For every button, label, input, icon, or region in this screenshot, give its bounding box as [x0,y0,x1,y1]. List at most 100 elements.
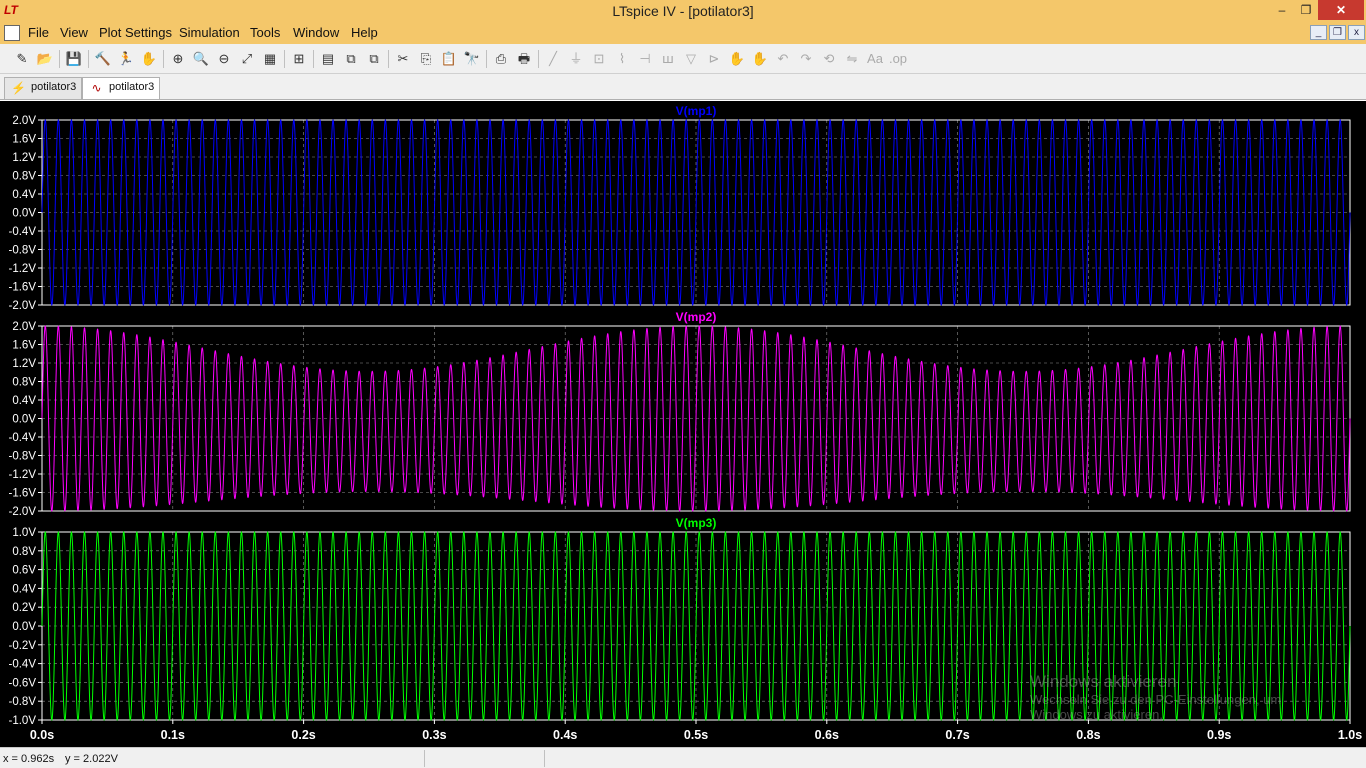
menu-window[interactable]: Window [293,25,339,40]
mdi-minimize-button[interactable]: _ [1310,25,1327,40]
new-schematic-icon[interactable]: ✎ [12,49,32,69]
tab-label: potilator3 [109,81,155,93]
y-tick-label: 2.0V [12,321,36,333]
drag-icon[interactable]: ✋ [750,49,770,69]
y-tick-label: -0.6V [9,677,37,689]
wire-icon[interactable]: ╱ [543,49,563,69]
x-tick-label: 0.0s [30,728,54,742]
run-icon[interactable]: 🏃 [116,49,136,69]
toolbar-separator [284,50,285,68]
zoom-fit-icon[interactable]: ⤢ [237,49,257,69]
label-net-icon[interactable]: ⊡ [589,49,609,69]
x-tick-label: 0.1s [161,728,185,742]
toolbar-separator [59,50,60,68]
trace-label[interactable]: V(mp1) [676,104,717,118]
y-tick-label: -0.4V [9,432,37,444]
component-icon[interactable]: ⊳ [704,49,724,69]
minimize-button[interactable]: – [1268,0,1296,20]
open-icon[interactable]: 📂 [35,49,55,69]
move-icon[interactable]: ✋ [727,49,747,69]
toolbar-separator [538,50,539,68]
mdi-close-button[interactable]: x [1348,25,1365,40]
paste-icon[interactable]: 📋 [439,49,459,69]
y-tick-label: 2.0V [12,115,36,127]
toolbar-separator [313,50,314,68]
save-icon[interactable]: 💾 [64,49,84,69]
y-tick-label: 0.0V [12,621,36,633]
y-tick-label: -0.8V [9,696,37,708]
y-tick-label: 0.8V [12,546,36,558]
text-icon[interactable]: Aa [865,49,885,69]
inductor-icon[interactable]: ꟺ [658,49,678,69]
maximize-button[interactable]: ❐ [1296,0,1316,20]
status-bar: x = 0.962s y = 2.022V [0,747,1366,768]
trace-label[interactable]: V(mp2) [676,310,717,324]
mirror-icon[interactable]: ⇋ [842,49,862,69]
close-button[interactable]: ✕ [1318,0,1364,20]
y-tick-label: 0.4V [12,583,36,595]
menu-tools[interactable]: Tools [250,25,280,40]
ground-icon[interactable]: ⏚ [566,49,586,69]
toolbar-separator [88,50,89,68]
waveform-plot-canvas[interactable]: V(mp1) 2.0V 1.6V 1.2V 0.8V 0.4V 0.0V -0.4V -0.8V… [0,101,1366,747]
y-tick-label: 1.2V [12,358,36,370]
trace-label[interactable]: V(mp3) [676,516,717,530]
x-tick-label: 0.4s [553,728,577,742]
undo-icon[interactable]: ↶ [773,49,793,69]
menu-bar: File View Plot Settings Simulation Tools… [0,23,1366,44]
autorange-icon[interactable]: ▦ [260,49,280,69]
print-icon[interactable]: 🖶 [514,49,534,69]
menu-view[interactable]: View [60,25,88,40]
y-tick-label: 1.6V [12,134,36,146]
x-tick-label: 0.5s [684,728,708,742]
resistor-icon[interactable]: ⌇ [612,49,632,69]
schematic-icon: ⚡ [11,81,26,95]
title-bar: LT LTspice IV - [potilator3] – ❐ ✕ [0,0,1366,23]
zoom-in-icon[interactable]: ⊕ [168,49,188,69]
zoom-out-icon[interactable]: ⊖ [214,49,234,69]
spice-directive-icon[interactable]: .op [888,49,908,69]
menu-simulation[interactable]: Simulation [179,25,240,40]
y-tick-label: 0.0V [12,414,36,426]
diode-icon[interactable]: ▽ [681,49,701,69]
cursor-x-readout: x = 0.962s [3,753,55,765]
control-panel-icon[interactable]: 🔨 [93,49,113,69]
rotate-icon[interactable]: ⟲ [819,49,839,69]
menu-plot-settings[interactable]: Plot Settings [99,25,172,40]
tab-schematic[interactable]: ⚡ potilator3 [4,77,82,99]
status-divider [544,750,545,767]
toolbar-separator [163,50,164,68]
cut-icon[interactable]: ✂ [393,49,413,69]
tile-vertical-icon[interactable]: ⧉ [364,49,384,69]
toolbar-separator [486,50,487,68]
y-tick-label: -1.2V [9,469,37,481]
window-title: LTspice IV - [potilator3] [612,3,754,19]
zoom-area-icon[interactable]: 🔍 [191,49,211,69]
y-tick-label: 0.6V [12,565,36,577]
find-icon[interactable]: 🔭 [462,49,482,69]
menu-help[interactable]: Help [351,25,378,40]
document-waveform-icon[interactable] [4,25,20,41]
copy-icon[interactable]: ⎘ [416,49,436,69]
redo-icon[interactable]: ↷ [796,49,816,69]
cascade-icon[interactable]: ⧉ [341,49,361,69]
watermark-title: Windows aktivieren [1030,672,1177,691]
toolbar-separator [388,50,389,68]
tile-horizontal-icon[interactable]: ▤ [318,49,338,69]
x-tick-label: 0.6s [815,728,839,742]
mdi-restore-button[interactable]: ❐ [1329,25,1346,40]
tab-waveform[interactable]: ∿ potilator3 [82,77,160,99]
x-tick-label: 0.3s [422,728,446,742]
tab-label: potilator3 [31,81,77,93]
y-tick-label: 1.2V [12,152,36,164]
menu-file[interactable]: File [28,25,49,40]
grid-icon[interactable]: ⊞ [289,49,309,69]
watermark-line1: Wechseln Sie zu den PC-Einstellungen, um [1030,692,1282,707]
y-tick-label: -2.0V [9,506,37,518]
pan-icon[interactable]: ✋ [139,49,159,69]
waveform-viewer[interactable]: V(mp1) 2.0V 1.6V 1.2V 0.8V 0.4V 0.0V -0.4V -0.8V… [0,101,1366,747]
capacitor-icon[interactable]: ⊣ [635,49,655,69]
y-tick-label: -1.2V [9,263,37,275]
print-preview-icon[interactable]: ⎙ [491,49,511,69]
cursor-y-readout: y = 2.022V [65,753,118,765]
